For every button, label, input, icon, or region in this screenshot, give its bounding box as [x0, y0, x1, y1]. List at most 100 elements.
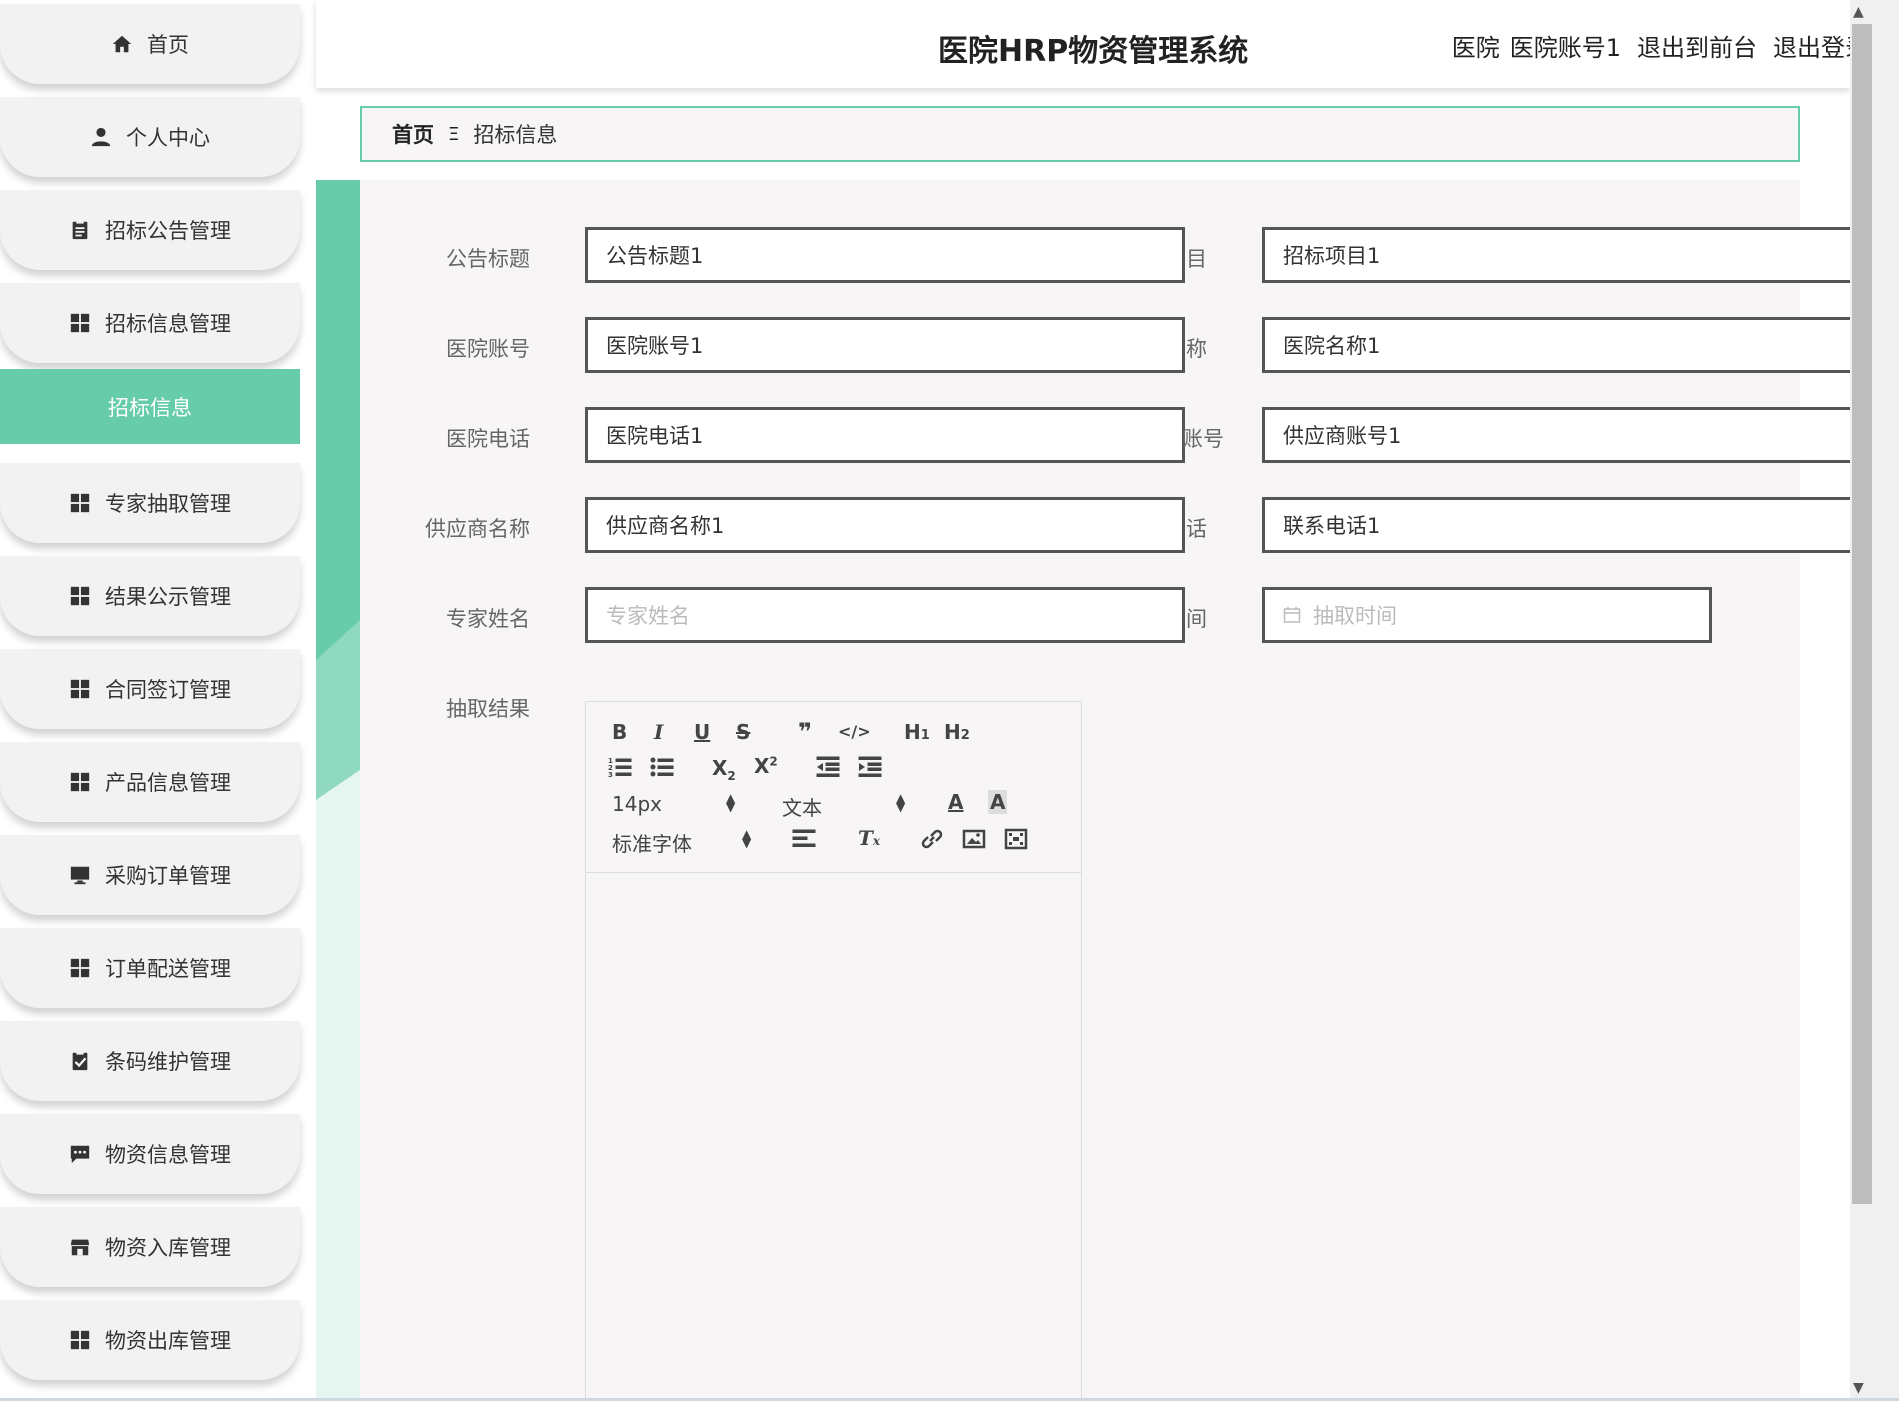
decorative-band: [316, 180, 360, 1401]
indent-icon[interactable]: [858, 756, 882, 783]
font-color-icon[interactable]: A: [948, 790, 963, 814]
grid-icon: [69, 771, 91, 793]
sidebar-item-result-notice[interactable]: 结果公示管理: [0, 556, 300, 636]
sidebar-item-label: 合同签订管理: [105, 678, 231, 702]
supplier-account-field[interactable]: 供应商账号1: [1262, 407, 1850, 463]
sidebar-item-label: 结果公示管理: [105, 585, 231, 609]
back-to-front-link[interactable]: 退出到前台: [1637, 28, 1757, 63]
sidebar-item-label: 产品信息管理: [105, 771, 231, 795]
blockquote-icon[interactable]: ❞: [798, 718, 812, 746]
scroll-down-arrow-icon[interactable]: ▼: [1853, 1380, 1864, 1396]
editor-content-area[interactable]: [586, 873, 1081, 1401]
superscript-icon[interactable]: X2: [754, 754, 778, 778]
sidebar-item-label: 专家抽取管理: [105, 492, 231, 516]
contact-phone-field[interactable]: 联系电话1: [1262, 497, 1850, 553]
grid-icon: [69, 957, 91, 979]
draw-time-placeholder: 抽取时间: [1313, 604, 1397, 628]
sidebar-subitem-label: 招标信息: [108, 395, 192, 420]
sidebar-item-delivery[interactable]: 订单配送管理: [0, 928, 300, 1008]
label-hospital-name: 称: [1186, 337, 1207, 361]
sidebar-item-label: 订单配送管理: [105, 957, 231, 981]
link-icon[interactable]: [920, 828, 944, 855]
background-color-icon[interactable]: A: [988, 790, 1008, 814]
font-size-select[interactable]: 14px: [612, 792, 662, 816]
supplier-name-field[interactable]: 供应商名称1: [585, 497, 1185, 553]
label-bid-project: 目: [1186, 247, 1207, 271]
header-user-area: 医院 医院账号1 退出到前台 退出登录: [1452, 28, 1869, 63]
sidebar-item-bid-info[interactable]: 招标信息管理: [0, 283, 300, 363]
grid-icon: [69, 585, 91, 607]
sidebar-item-expert-draw[interactable]: 专家抽取管理: [0, 463, 300, 543]
user-account: 医院账号1: [1509, 34, 1621, 62]
scroll-up-arrow-icon[interactable]: ▲: [1853, 4, 1864, 20]
label-expert-name: 专家姓名: [446, 607, 530, 631]
sidebar-item-barcode[interactable]: 条码维护管理: [0, 1021, 300, 1101]
sidebar-item-label: 物资出库管理: [105, 1329, 231, 1353]
clipboard-icon: [69, 219, 91, 241]
sidebar-item-home[interactable]: 首页: [0, 4, 300, 84]
svg-text:3: 3: [608, 771, 613, 778]
image-icon[interactable]: [962, 828, 986, 855]
font-size-caret-icon: ▲ ▼: [726, 791, 736, 814]
grid-icon: [69, 312, 91, 334]
sidebar-item-label: 采购订单管理: [105, 864, 231, 888]
sidebar-item-material-in[interactable]: 物资入库管理: [0, 1207, 300, 1287]
bold-icon[interactable]: B: [612, 720, 627, 744]
sidebar-subitem-bid-info[interactable]: 招标信息: [0, 369, 300, 444]
home-icon: [111, 33, 133, 55]
sidebar: 首页 个人中心 招标公告管理 招标信息管理 招标信息 专家抽取管理 结果公示管理…: [0, 0, 300, 1401]
notice-title-field[interactable]: 公告标题1: [585, 227, 1185, 283]
sidebar-item-product[interactable]: 产品信息管理: [0, 742, 300, 822]
grid-icon: [69, 492, 91, 514]
sidebar-item-label: 首页: [147, 33, 189, 57]
breadcrumb-home[interactable]: 首页: [392, 119, 434, 149]
sidebar-item-label: 招标公告管理: [105, 219, 231, 243]
expert-name-input[interactable]: 专家姓名: [585, 587, 1185, 643]
italic-icon[interactable]: I: [654, 720, 663, 744]
scrollbar-thumb[interactable]: [1852, 24, 1872, 1204]
sidebar-item-bid-notice[interactable]: 招标公告管理: [0, 190, 300, 270]
text-type-select[interactable]: 文本: [782, 792, 822, 821]
sidebar-item-label: 物资信息管理: [105, 1143, 231, 1167]
user-role: 医院: [1451, 34, 1500, 62]
label-hospital-account: 医院账号: [446, 337, 530, 361]
sidebar-item-material-info[interactable]: 物资信息管理: [0, 1114, 300, 1194]
hospital-name-field[interactable]: 医院名称1: [1262, 317, 1850, 373]
clear-format-icon[interactable]: Tx: [858, 826, 880, 850]
label-hospital-phone: 医院电话: [446, 427, 530, 451]
sidebar-item-material-out[interactable]: 物资出库管理: [0, 1300, 300, 1380]
heading2-icon[interactable]: H2: [944, 720, 970, 744]
rich-text-editor: B I U S ❞ </> H1 H2 123 X2 X2 14px ▲ ▼ 文本…: [585, 701, 1082, 1401]
label-supplier-account: 账号: [1182, 427, 1224, 451]
sidebar-item-contract[interactable]: 合同签订管理: [0, 649, 300, 729]
sidebar-item-purchase-order[interactable]: 采购订单管理: [0, 835, 300, 915]
draw-time-input[interactable]: 抽取时间: [1262, 587, 1712, 643]
breadcrumb: 首页 Ξ 招标信息: [360, 106, 1800, 162]
breadcrumb-separator: Ξ: [448, 123, 460, 145]
strikethrough-icon[interactable]: S: [736, 720, 750, 744]
label-supplier-name: 供应商名称: [425, 517, 530, 541]
hospital-phone-field[interactable]: 医院电话1: [585, 407, 1185, 463]
font-family-caret-icon: ▲ ▼: [742, 827, 752, 850]
align-left-icon[interactable]: [792, 828, 816, 855]
ordered-list-icon[interactable]: 123: [608, 756, 632, 783]
heading1-icon[interactable]: H1: [904, 720, 930, 744]
sidebar-item-label: 物资入库管理: [105, 1236, 231, 1260]
bullet-list-icon[interactable]: [650, 756, 674, 783]
bid-project-field[interactable]: 招标项目1: [1262, 227, 1850, 283]
label-draw-result: 抽取结果: [446, 697, 530, 721]
underline-icon[interactable]: U: [694, 720, 710, 744]
code-icon[interactable]: </>: [838, 722, 871, 741]
subscript-icon[interactable]: X2: [712, 756, 736, 783]
font-family-select[interactable]: 标准字体: [612, 828, 692, 857]
sidebar-item-label: 条码维护管理: [105, 1050, 231, 1074]
video-icon[interactable]: [1004, 828, 1028, 855]
hospital-account-field[interactable]: 医院账号1: [585, 317, 1185, 373]
grid-icon: [69, 678, 91, 700]
chat-icon: [69, 1143, 91, 1165]
user-icon: [90, 126, 112, 148]
outdent-icon[interactable]: [816, 756, 840, 783]
sidebar-item-profile[interactable]: 个人中心: [0, 97, 300, 177]
grid-icon: [69, 1329, 91, 1351]
clipboard-check-icon: [69, 1050, 91, 1072]
